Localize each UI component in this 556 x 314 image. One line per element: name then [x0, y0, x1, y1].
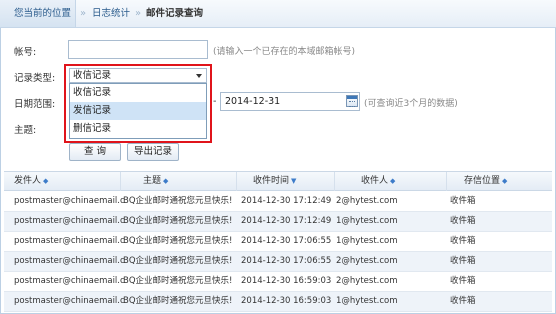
cell-subject[interactable]: BQ企业邮时通祝您元旦快乐!	[123, 252, 237, 271]
cell-subject[interactable]: BQ企业邮时通祝您元旦快乐!	[123, 192, 237, 211]
cell-folder: 收件箱	[450, 256, 476, 266]
table-row[interactable]: postmaster@chinaemail.cn BQ企业邮时通祝您元旦快乐! …	[4, 272, 552, 292]
table-row[interactable]: postmaster@chinaemail.cn BQ企业邮时通祝您元旦快乐! …	[4, 292, 552, 312]
table-header: 发件人 ◆ 主题 ◆ 收件时间 ▼ 收件人 ◆ 存信位置 ◆	[4, 171, 552, 191]
page-title: 邮件记录查询	[146, 8, 204, 19]
breadcrumb-location: 您当前的位置	[0, 0, 76, 27]
breadcrumb-parent-link[interactable]: 日志统计	[92, 0, 130, 27]
query-button[interactable]: 查 询	[69, 143, 121, 161]
column-header-folder[interactable]: 存信位置 ◆	[447, 172, 552, 191]
cell-recipient: 1@hytest.com	[336, 236, 398, 246]
column-header-recipient[interactable]: 收件人 ◆	[335, 172, 447, 191]
cell-folder: 收件箱	[450, 216, 476, 226]
cell-sender: postmaster@chinaemail.cn	[14, 276, 124, 286]
cell-subject[interactable]: BQ企业邮时通祝您元旦快乐!	[123, 272, 237, 291]
cell-subject[interactable]: BQ企业邮时通祝您元旦快乐!	[123, 212, 237, 231]
sort-icon: ◆	[390, 177, 396, 185]
cell-recipient: 2@hytest.com	[336, 276, 398, 286]
cell-recipient: 1@hytest.com	[336, 216, 398, 226]
breadcrumb-separator-icon: »	[79, 8, 87, 19]
cell-sender: postmaster@chinaemail.cn	[14, 236, 124, 246]
cell-subject[interactable]: BQ企业邮时通祝您元旦快乐!	[123, 292, 237, 311]
cell-sender: postmaster@chinaemail.cn	[14, 196, 124, 206]
cell-recipient: 2@hytest.com	[336, 196, 398, 206]
cell-sender: postmaster@chinaemail.cn	[14, 296, 124, 306]
table-row[interactable]: postmaster@chinaemail.cn BQ企业邮时通祝您元旦快乐! …	[4, 192, 552, 212]
sort-icon: ◆	[43, 177, 49, 185]
account-hint: (请输入一个已存在的本域邮箱帐号)	[213, 47, 356, 57]
cell-received-time: 2014-12-30 17:12:49	[241, 216, 332, 226]
cell-recipient: 1@hytest.com	[336, 296, 398, 306]
date-end-input[interactable]: 2014-12-31	[220, 92, 360, 111]
cell-received-time: 2014-12-30 16:59:03	[241, 276, 332, 286]
date-range-hint: (可查询近3个月的数据)	[364, 99, 458, 109]
record-type-label: 记录类型:	[14, 73, 56, 84]
cell-received-time: 2014-12-30 16:59:03	[241, 296, 332, 306]
cell-subject[interactable]: BQ企业邮时通祝您元旦快乐!	[123, 232, 237, 251]
cell-folder: 收件箱	[450, 276, 476, 286]
cell-received-time: 2014-12-30 17:06:55	[241, 256, 332, 266]
breadcrumb-separator-icon: »	[134, 8, 142, 19]
column-header-received-time[interactable]: 收件时间 ▼	[237, 172, 335, 191]
cell-folder: 收件箱	[450, 296, 476, 306]
highlight-annotation	[64, 64, 212, 143]
sort-icon: ◆	[163, 177, 169, 185]
cell-folder: 收件箱	[450, 196, 476, 206]
date-range-dash: -	[213, 96, 217, 107]
calendar-icon[interactable]	[346, 95, 358, 107]
cell-received-time: 2014-12-30 17:06:55	[241, 236, 332, 246]
breadcrumb: 您当前的位置 » 日志统计 » 邮件记录查询	[0, 0, 556, 28]
cell-received-time: 2014-12-30 17:12:49	[241, 196, 332, 206]
sort-desc-icon: ▼	[291, 177, 297, 185]
export-button[interactable]: 导出记录	[127, 143, 179, 161]
cell-recipient: 2@hytest.com	[336, 256, 398, 266]
cell-folder: 收件箱	[450, 236, 476, 246]
table-row[interactable]: postmaster@chinaemail.cn BQ企业邮时通祝您元旦快乐! …	[4, 212, 552, 232]
column-header-sender[interactable]: 发件人 ◆	[4, 172, 121, 191]
cell-sender: postmaster@chinaemail.cn	[14, 256, 124, 266]
table-row[interactable]: postmaster@chinaemail.cn BQ企业邮时通祝您元旦快乐! …	[4, 252, 552, 272]
sort-icon: ◆	[502, 177, 508, 185]
account-label: 帐号:	[14, 47, 37, 58]
subject-label: 主题:	[14, 125, 37, 136]
cell-sender: postmaster@chinaemail.cn	[14, 216, 124, 226]
table-row[interactable]: postmaster@chinaemail.cn BQ企业邮时通祝您元旦快乐! …	[4, 232, 552, 252]
account-input[interactable]	[68, 40, 208, 59]
column-header-subject[interactable]: 主题 ◆	[121, 172, 237, 191]
date-range-label: 日期范围:	[14, 99, 56, 110]
